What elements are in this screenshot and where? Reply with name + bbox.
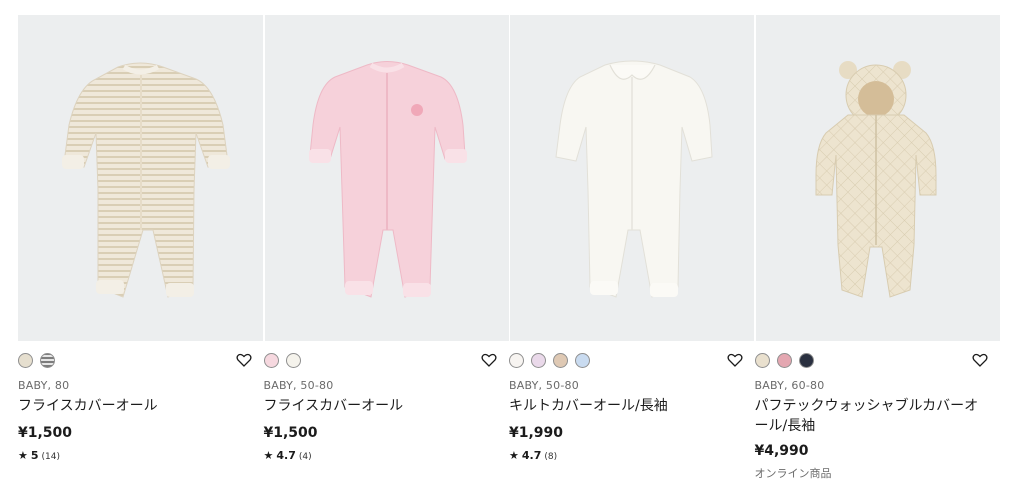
color-swatch[interactable] <box>575 353 590 368</box>
review-count: (4) <box>298 452 312 462</box>
color-swatch[interactable] <box>40 353 55 368</box>
color-swatch[interactable] <box>553 353 568 368</box>
rating-value: 4.7 <box>521 449 542 462</box>
color-swatches <box>754 353 814 368</box>
product-category: BABY, 80 <box>18 379 70 392</box>
color-swatches <box>18 353 55 368</box>
white-coverall-image <box>555 60 713 298</box>
product-image[interactable] <box>264 15 509 341</box>
product-name[interactable]: パフテックウォッシャブルカバーオール/長袖 <box>755 396 985 436</box>
color-swatch[interactable] <box>754 353 770 368</box>
product-name[interactable]: フライスカバーオール <box>18 396 248 416</box>
online-only-note: オンライン商品 <box>754 467 832 480</box>
striped-coverall-image <box>62 62 230 298</box>
product-price: ¥1,990 <box>509 425 564 441</box>
heart-icon[interactable] <box>726 352 743 368</box>
product-category: BABY, 50-80 <box>509 379 579 392</box>
product-price: ¥4,990 <box>754 443 809 459</box>
color-swatch[interactable] <box>531 353 546 368</box>
pink-coverall-image <box>308 61 467 298</box>
color-swatch[interactable] <box>509 353 524 368</box>
rating-value: 4.7 <box>276 449 296 462</box>
product-rating: ★ 4.7 (8) <box>509 449 557 462</box>
color-swatch[interactable] <box>776 353 792 368</box>
heart-icon[interactable] <box>972 352 988 368</box>
color-swatch[interactable] <box>263 353 279 368</box>
product-rating: ★ 5 (14) <box>18 449 60 462</box>
color-swatch[interactable] <box>18 353 33 368</box>
product-price: ¥1,500 <box>263 425 318 441</box>
product-image[interactable] <box>510 15 754 341</box>
product-rating: ★ 4.7 (4) <box>264 449 312 462</box>
star-icon: ★ <box>263 449 274 462</box>
quilted-hooded-coverall-image <box>815 61 936 298</box>
product-card[interactable]: BABY, 50-80 フライスカバーオール ¥1,500 ★ 4.7 (4) <box>263 15 510 496</box>
product-category: BABY, 60-80 <box>754 379 825 392</box>
product-card[interactable]: BABY, 80 フライスカバーオール ¥1,500 ★ 5 (14) <box>18 15 264 496</box>
star-icon: ★ <box>18 449 28 462</box>
product-image[interactable] <box>755 15 1000 341</box>
product-name[interactable]: キルトカバーオール/長袖 <box>509 396 739 416</box>
color-swatches <box>509 353 590 368</box>
review-count: (14) <box>41 452 61 462</box>
product-card[interactable]: BABY, 50-80 キルトカバーオール/長袖 ¥1,990 ★ 4.7 (8… <box>509 15 755 496</box>
heart-icon[interactable] <box>235 352 252 368</box>
rating-value: 5 <box>30 449 39 462</box>
heart-icon[interactable] <box>481 352 497 368</box>
color-swatch[interactable] <box>285 353 301 368</box>
product-price: ¥1,500 <box>18 425 73 441</box>
product-grid: BABY, 80 フライスカバーオール ¥1,500 ★ 5 (14) BABY… <box>18 15 1000 496</box>
star-icon: ★ <box>509 449 519 462</box>
product-card[interactable]: BABY, 60-80 パフテックウォッシャブルカバーオール/長袖 ¥4,990… <box>754 15 1001 496</box>
review-count: (8) <box>544 452 558 462</box>
product-name[interactable]: フライスカバーオール <box>264 396 494 416</box>
color-swatches <box>263 353 301 368</box>
product-category: BABY, 50-80 <box>263 379 334 392</box>
product-image[interactable] <box>18 15 263 341</box>
color-swatch[interactable] <box>798 353 814 368</box>
